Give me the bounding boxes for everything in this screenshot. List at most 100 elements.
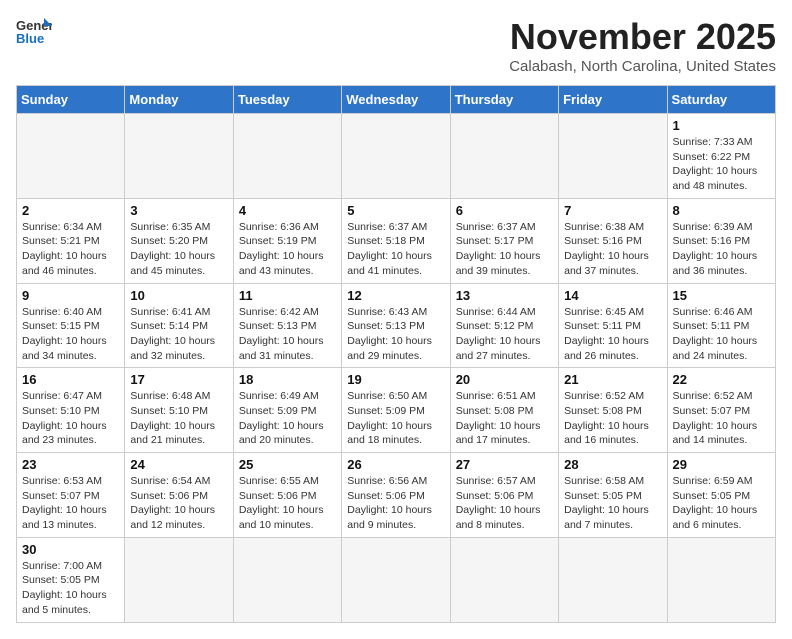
day-info: Sunrise: 6:36 AM Sunset: 5:19 PM Dayligh… bbox=[239, 220, 336, 279]
day-info: Sunrise: 6:40 AM Sunset: 5:15 PM Dayligh… bbox=[22, 305, 119, 364]
day-info: Sunrise: 6:34 AM Sunset: 5:21 PM Dayligh… bbox=[22, 220, 119, 279]
calendar-cell: 26 Sunrise: 6:56 AM Sunset: 5:06 PM Dayli… bbox=[342, 453, 450, 538]
calendar-cell: 3 Sunrise: 6:35 AM Sunset: 5:20 PM Daylig… bbox=[125, 198, 233, 283]
calendar-cell: 7 Sunrise: 6:38 AM Sunset: 5:16 PM Daylig… bbox=[559, 198, 667, 283]
day-info: Sunrise: 6:54 AM Sunset: 5:06 PM Dayligh… bbox=[130, 474, 227, 533]
calendar-cell bbox=[233, 114, 341, 199]
calendar-cell: 9Sunrise: 6:40 AM Sunset: 5:15 PM Daylig… bbox=[17, 283, 125, 368]
calendar-cell bbox=[450, 114, 558, 199]
day-number: 29 bbox=[673, 457, 770, 472]
calendar-cell: 20 Sunrise: 6:51 AM Sunset: 5:08 PM Dayli… bbox=[450, 368, 558, 453]
calendar-cell: 22Sunrise: 6:52 AM Sunset: 5:07 PM Dayli… bbox=[667, 368, 775, 453]
calendar-cell: 21 Sunrise: 6:52 AM Sunset: 5:08 PM Dayli… bbox=[559, 368, 667, 453]
day-number: 7 bbox=[564, 203, 661, 218]
day-number: 4 bbox=[239, 203, 336, 218]
weekday-header-saturday: Saturday bbox=[667, 86, 775, 114]
day-number: 14 bbox=[564, 288, 661, 303]
weekday-header-sunday: Sunday bbox=[17, 86, 125, 114]
day-info: Sunrise: 6:49 AM Sunset: 5:09 PM Dayligh… bbox=[239, 389, 336, 448]
day-number: 2 bbox=[22, 203, 119, 218]
calendar-title: November 2025 bbox=[509, 16, 776, 58]
calendar-cell: 15Sunrise: 6:46 AM Sunset: 5:11 PM Dayli… bbox=[667, 283, 775, 368]
calendar-week-row: 2 Sunrise: 6:34 AM Sunset: 5:21 PM Daylig… bbox=[17, 198, 776, 283]
calendar-cell: 19Sunrise: 6:50 AM Sunset: 5:09 PM Dayli… bbox=[342, 368, 450, 453]
day-number: 3 bbox=[130, 203, 227, 218]
day-info: Sunrise: 6:52 AM Sunset: 5:07 PM Dayligh… bbox=[673, 389, 770, 448]
calendar-cell: 17 Sunrise: 6:48 AM Sunset: 5:10 PM Dayli… bbox=[125, 368, 233, 453]
weekday-header-wednesday: Wednesday bbox=[342, 86, 450, 114]
day-info: Sunrise: 6:47 AM Sunset: 5:10 PM Dayligh… bbox=[22, 389, 119, 448]
day-info: Sunrise: 6:51 AM Sunset: 5:08 PM Dayligh… bbox=[456, 389, 553, 448]
day-info: Sunrise: 6:35 AM Sunset: 5:20 PM Dayligh… bbox=[130, 220, 227, 279]
weekday-header-friday: Friday bbox=[559, 86, 667, 114]
day-number: 15 bbox=[673, 288, 770, 303]
calendar-cell bbox=[559, 537, 667, 622]
calendar-cell: 2 Sunrise: 6:34 AM Sunset: 5:21 PM Daylig… bbox=[17, 198, 125, 283]
day-number: 13 bbox=[456, 288, 553, 303]
calendar-cell: 25 Sunrise: 6:55 AM Sunset: 5:06 PM Dayli… bbox=[233, 453, 341, 538]
day-info: Sunrise: 6:45 AM Sunset: 5:11 PM Dayligh… bbox=[564, 305, 661, 364]
day-info: Sunrise: 6:58 AM Sunset: 5:05 PM Dayligh… bbox=[564, 474, 661, 533]
day-number: 27 bbox=[456, 457, 553, 472]
day-info: Sunrise: 7:33 AM Sunset: 6:22 PM Dayligh… bbox=[673, 135, 770, 194]
day-info: Sunrise: 6:37 AM Sunset: 5:17 PM Dayligh… bbox=[456, 220, 553, 279]
calendar-cell bbox=[342, 537, 450, 622]
day-number: 23 bbox=[22, 457, 119, 472]
day-info: Sunrise: 6:53 AM Sunset: 5:07 PM Dayligh… bbox=[22, 474, 119, 533]
day-info: Sunrise: 6:48 AM Sunset: 5:10 PM Dayligh… bbox=[130, 389, 227, 448]
weekday-header-thursday: Thursday bbox=[450, 86, 558, 114]
calendar-cell bbox=[667, 537, 775, 622]
day-info: Sunrise: 6:43 AM Sunset: 5:13 PM Dayligh… bbox=[347, 305, 444, 364]
calendar-cell bbox=[450, 537, 558, 622]
day-number: 8 bbox=[673, 203, 770, 218]
day-info: Sunrise: 6:55 AM Sunset: 5:06 PM Dayligh… bbox=[239, 474, 336, 533]
day-number: 11 bbox=[239, 288, 336, 303]
day-number: 17 bbox=[130, 372, 227, 387]
svg-text:Blue: Blue bbox=[16, 31, 44, 46]
calendar-cell: 1 Sunrise: 7:33 AM Sunset: 6:22 PM Daylig… bbox=[667, 114, 775, 199]
calendar-cell: 4 Sunrise: 6:36 AM Sunset: 5:19 PM Daylig… bbox=[233, 198, 341, 283]
title-area: November 2025 Calabash, North Carolina, … bbox=[509, 16, 776, 75]
calendar-subtitle: Calabash, North Carolina, United States bbox=[509, 58, 776, 75]
day-info: Sunrise: 6:52 AM Sunset: 5:08 PM Dayligh… bbox=[564, 389, 661, 448]
calendar-cell: 29 Sunrise: 6:59 AM Sunset: 5:05 PM Dayli… bbox=[667, 453, 775, 538]
day-info: Sunrise: 6:44 AM Sunset: 5:12 PM Dayligh… bbox=[456, 305, 553, 364]
calendar-cell bbox=[17, 114, 125, 199]
day-info: Sunrise: 6:38 AM Sunset: 5:16 PM Dayligh… bbox=[564, 220, 661, 279]
day-info: Sunrise: 6:39 AM Sunset: 5:16 PM Dayligh… bbox=[673, 220, 770, 279]
calendar-cell: 30Sunrise: 7:00 AM Sunset: 5:05 PM Dayli… bbox=[17, 537, 125, 622]
day-info: Sunrise: 6:59 AM Sunset: 5:05 PM Dayligh… bbox=[673, 474, 770, 533]
day-info: Sunrise: 6:56 AM Sunset: 5:06 PM Dayligh… bbox=[347, 474, 444, 533]
calendar-cell: 8 Sunrise: 6:39 AM Sunset: 5:16 PM Daylig… bbox=[667, 198, 775, 283]
day-number: 30 bbox=[22, 542, 119, 557]
day-info: Sunrise: 6:57 AM Sunset: 5:06 PM Dayligh… bbox=[456, 474, 553, 533]
generalblue-logo-icon: General Blue bbox=[16, 16, 52, 46]
day-number: 26 bbox=[347, 457, 444, 472]
calendar-cell: 5Sunrise: 6:37 AM Sunset: 5:18 PM Daylig… bbox=[342, 198, 450, 283]
calendar-cell: 23 Sunrise: 6:53 AM Sunset: 5:07 PM Dayli… bbox=[17, 453, 125, 538]
day-number: 24 bbox=[130, 457, 227, 472]
calendar-week-row: 23 Sunrise: 6:53 AM Sunset: 5:07 PM Dayli… bbox=[17, 453, 776, 538]
calendar-cell bbox=[233, 537, 341, 622]
calendar-cell: 16Sunrise: 6:47 AM Sunset: 5:10 PM Dayli… bbox=[17, 368, 125, 453]
calendar-cell: 11 Sunrise: 6:42 AM Sunset: 5:13 PM Dayli… bbox=[233, 283, 341, 368]
calendar-cell: 18 Sunrise: 6:49 AM Sunset: 5:09 PM Dayli… bbox=[233, 368, 341, 453]
calendar-cell: 12Sunrise: 6:43 AM Sunset: 5:13 PM Dayli… bbox=[342, 283, 450, 368]
day-number: 25 bbox=[239, 457, 336, 472]
day-info: Sunrise: 6:37 AM Sunset: 5:18 PM Dayligh… bbox=[347, 220, 444, 279]
day-number: 18 bbox=[239, 372, 336, 387]
calendar-cell bbox=[559, 114, 667, 199]
day-number: 20 bbox=[456, 372, 553, 387]
calendar-cell: 6Sunrise: 6:37 AM Sunset: 5:17 PM Daylig… bbox=[450, 198, 558, 283]
calendar-cell: 24 Sunrise: 6:54 AM Sunset: 5:06 PM Dayli… bbox=[125, 453, 233, 538]
day-number: 19 bbox=[347, 372, 444, 387]
calendar-cell bbox=[342, 114, 450, 199]
day-number: 1 bbox=[673, 118, 770, 133]
calendar-cell: 28Sunrise: 6:58 AM Sunset: 5:05 PM Dayli… bbox=[559, 453, 667, 538]
day-info: Sunrise: 6:42 AM Sunset: 5:13 PM Dayligh… bbox=[239, 305, 336, 364]
calendar-cell: 27 Sunrise: 6:57 AM Sunset: 5:06 PM Dayli… bbox=[450, 453, 558, 538]
calendar-table: SundayMondayTuesdayWednesdayThursdayFrid… bbox=[16, 85, 776, 623]
calendar-cell bbox=[125, 537, 233, 622]
header: General Blue November 2025 Calabash, Nor… bbox=[16, 16, 776, 75]
day-number: 21 bbox=[564, 372, 661, 387]
